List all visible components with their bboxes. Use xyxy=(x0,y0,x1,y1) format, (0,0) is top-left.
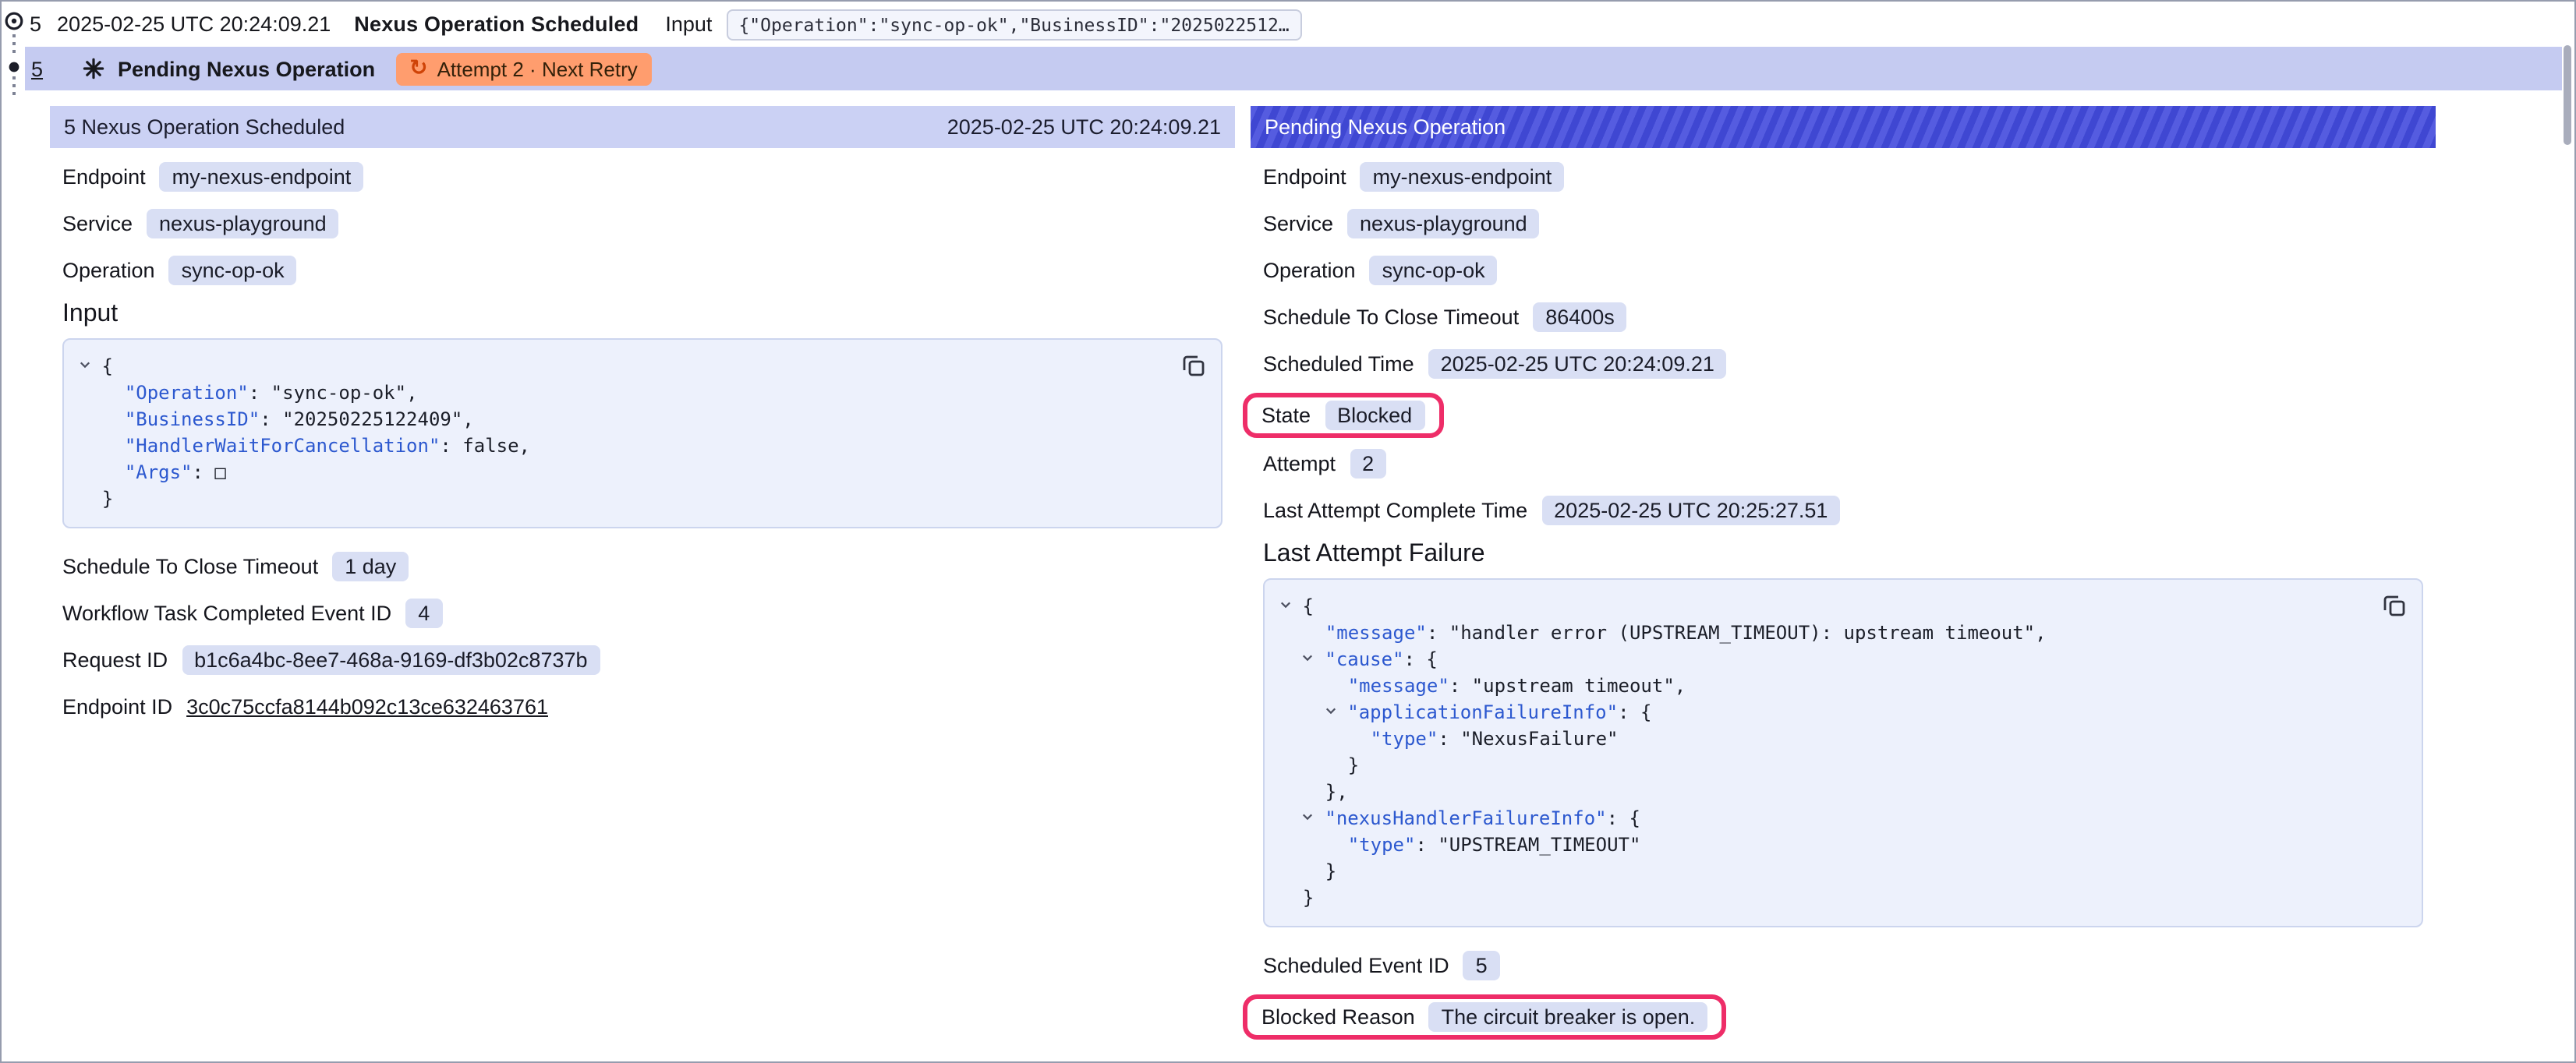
temporal-event-history-page: 5 2025-02-25 UTC 20:24:09.21 Nexus Opera… xyxy=(0,0,2576,1063)
copy-icon[interactable] xyxy=(1179,351,1208,380)
field-value-badge: 86400s xyxy=(1533,302,1627,332)
detail-panels: 5 Nexus Operation Scheduled 2025-02-25 U… xyxy=(50,106,2433,1049)
field-row-schedule-to-close-timeout: Schedule To Close Timeout 1 day xyxy=(62,550,1223,583)
field-label: Operation xyxy=(1263,259,1356,282)
field-row-operation: Operation sync-op-ok xyxy=(1263,254,2423,287)
event-id[interactable]: 5 xyxy=(30,12,41,36)
failure-json-block: { "message": "handler error (UPSTREAM_TI… xyxy=(1263,578,2423,927)
field-value-badge: 2025-02-25 UTC 20:25:27.51 xyxy=(1541,496,1840,525)
field-row-endpoint: Endpoint my-nexus-endpoint xyxy=(62,161,1223,193)
pending-marker-dot-icon xyxy=(7,61,19,73)
input-json-label: Input xyxy=(62,301,1223,329)
field-value-badge: 4 xyxy=(405,599,442,628)
field-label: Request ID xyxy=(62,648,168,672)
panel-header-time: 2025-02-25 UTC 20:24:09.21 xyxy=(947,115,1221,139)
retry-attempt-badge: ↻ Attempt 2 · Next Retry xyxy=(395,52,652,85)
event-input-preview-chip: {"Operation":"sync-op-ok","BusinessID":"… xyxy=(726,9,1301,40)
endpoint-id-link[interactable]: 3c0c75ccfa8144b092c13ce632463761 xyxy=(186,695,548,719)
field-label: Endpoint xyxy=(1263,165,1346,189)
field-row-endpoint: Endpoint my-nexus-endpoint xyxy=(1263,161,2423,193)
field-label: Last Attempt Complete Time xyxy=(1263,499,1527,522)
pending-operation-panel-header: Pending Nexus Operation xyxy=(1251,106,2436,148)
retry-icon: ↻ xyxy=(409,58,427,79)
field-row-operation: Operation sync-op-ok xyxy=(62,254,1223,287)
timeline-dotted-line xyxy=(12,76,15,98)
retry-badge-text: Attempt 2 · Next Retry xyxy=(437,57,638,80)
field-label: Endpoint ID xyxy=(62,695,172,719)
field-value-badge: nexus-playground xyxy=(147,209,339,238)
pending-nexus-operation-row[interactable]: 5 Pending Nexus Operation ↻ Attempt 2 · … xyxy=(25,47,2562,90)
pending-row-title: Pending Nexus Operation xyxy=(118,57,375,80)
field-label: Service xyxy=(62,212,133,235)
field-value-badge: 5 xyxy=(1463,951,1500,980)
field-row-service: Service nexus-playground xyxy=(62,207,1223,240)
field-label: Operation xyxy=(62,259,155,282)
field-value-badge: 1 day xyxy=(332,552,409,581)
field-label: State xyxy=(1261,404,1311,427)
event-rows: 5 2025-02-25 UTC 20:24:09.21 Nexus Opera… xyxy=(25,2,2562,90)
last-attempt-failure-label: Last Attempt Failure xyxy=(1263,541,2423,569)
field-value-badge: sync-op-ok xyxy=(169,256,297,285)
field-value-badge: nexus-playground xyxy=(1347,209,1540,238)
field-label: Endpoint xyxy=(62,165,146,189)
state-highlight-annotation: State Blocked xyxy=(1243,393,1443,438)
event-title: Nexus Operation Scheduled xyxy=(354,12,639,36)
collapse-chevron-icon[interactable] xyxy=(80,354,90,376)
event-marker-icon xyxy=(3,11,23,31)
collapse-chevron-icon[interactable] xyxy=(1303,806,1314,828)
asterisk-icon xyxy=(82,58,104,79)
failure-json-code: { "message": "handler error (UPSTREAM_TI… xyxy=(1280,594,2403,912)
input-json-code: { "Operation": "sync-op-ok", "BusinessID… xyxy=(80,354,1202,513)
pending-operation-panel-body: Endpoint my-nexus-endpoint Service nexus… xyxy=(1251,148,2436,1040)
timeline-rail xyxy=(2,2,25,204)
field-value-badge: my-nexus-endpoint xyxy=(160,162,364,192)
field-value-badge: 2 xyxy=(1350,449,1386,479)
field-row-schedule-to-close-timeout: Schedule To Close Timeout 86400s xyxy=(1263,301,2423,334)
collapse-chevron-icon[interactable] xyxy=(1325,700,1336,722)
field-row-service: Service nexus-playground xyxy=(1263,207,2423,240)
field-value-badge: b1c6a4bc-8ee7-468a-9169-df3b02c8737b xyxy=(182,645,600,675)
field-row-attempt: Attempt 2 xyxy=(1263,447,2423,480)
event-detail-panel-body: Endpoint my-nexus-endpoint Service nexus… xyxy=(50,148,1235,723)
collapse-chevron-icon[interactable] xyxy=(1280,594,1291,616)
field-row-last-attempt-complete-time: Last Attempt Complete Time 2025-02-25 UT… xyxy=(1263,494,2423,527)
copy-icon[interactable] xyxy=(2380,591,2409,620)
pending-event-id-link[interactable]: 5 xyxy=(31,57,43,80)
vertical-scrollbar-thumb[interactable] xyxy=(2564,45,2571,145)
collapse-chevron-icon[interactable] xyxy=(1303,647,1314,669)
field-row-scheduled-event-id: Scheduled Event ID 5 xyxy=(1263,949,2423,982)
panel-header-title: Pending Nexus Operation xyxy=(1265,115,1506,139)
field-value-badge: my-nexus-endpoint xyxy=(1361,162,1565,192)
input-json-block: { "Operation": "sync-op-ok", "BusinessID… xyxy=(62,338,1223,528)
state-value-badge: Blocked xyxy=(1325,401,1424,430)
event-detail-panel-header: 5 Nexus Operation Scheduled 2025-02-25 U… xyxy=(50,106,1235,148)
field-label: Schedule To Close Timeout xyxy=(1263,305,1519,329)
field-label: Attempt xyxy=(1263,452,1336,475)
event-timestamp: 2025-02-25 UTC 20:24:09.21 xyxy=(57,12,331,36)
event-detail-panel: 5 Nexus Operation Scheduled 2025-02-25 U… xyxy=(50,106,1235,1049)
pending-operation-panel: Pending Nexus Operation Endpoint my-nexu… xyxy=(1251,106,2436,1049)
event-row-nexus-operation-scheduled[interactable]: 5 2025-02-25 UTC 20:24:09.21 Nexus Opera… xyxy=(25,5,2562,44)
field-label: Blocked Reason xyxy=(1261,1005,1415,1029)
field-row-blocked-reason: Blocked Reason The circuit breaker is op… xyxy=(1263,994,2423,1040)
field-label: Schedule To Close Timeout xyxy=(62,555,318,578)
field-label: Service xyxy=(1263,212,1333,235)
field-row-workflow-task-completed-event-id: Workflow Task Completed Event ID 4 xyxy=(62,597,1223,630)
field-label: Workflow Task Completed Event ID xyxy=(62,602,391,625)
field-value-badge: sync-op-ok xyxy=(1370,256,1498,285)
field-row-scheduled-time: Scheduled Time 2025-02-25 UTC 20:24:09.2… xyxy=(1263,348,2423,380)
field-label: Scheduled Event ID xyxy=(1263,954,1449,977)
field-row-request-id: Request ID b1c6a4bc-8ee7-468a-9169-df3b0… xyxy=(62,644,1223,676)
field-row-state: State Blocked xyxy=(1263,393,2423,438)
blocked-reason-highlight-annotation: Blocked Reason The circuit breaker is op… xyxy=(1243,994,1726,1040)
field-label: Scheduled Time xyxy=(1263,352,1414,376)
field-row-endpoint-id: Endpoint ID 3c0c75ccfa8144b092c13ce63246… xyxy=(62,690,1223,723)
timeline-dotted-line xyxy=(12,34,15,56)
blocked-reason-value-badge: The circuit breaker is open. xyxy=(1429,1002,1708,1032)
field-value-badge: 2025-02-25 UTC 20:24:09.21 xyxy=(1428,349,1727,379)
event-input-label: Input xyxy=(665,12,712,36)
panel-header-title: 5 Nexus Operation Scheduled xyxy=(64,115,345,139)
